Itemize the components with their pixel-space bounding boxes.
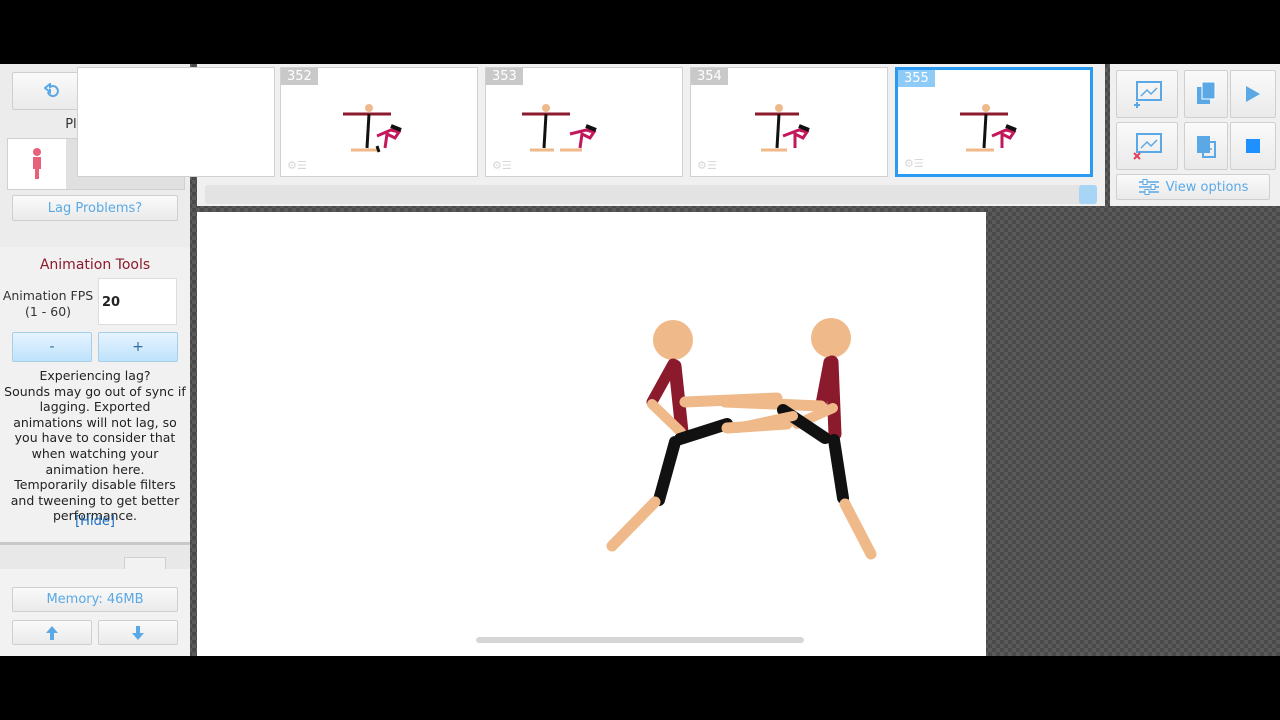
right-figure-arm-left — [719, 396, 827, 412]
hide-link[interactable]: [Hide] — [0, 514, 190, 529]
arrow-up-icon — [46, 625, 58, 640]
left-figure-shin-2 — [606, 496, 661, 552]
memory-indicator: Memory: 46MB — [12, 587, 178, 612]
frame-partial[interactable] — [77, 67, 275, 177]
frame-layers-icon: ⚙☰ — [287, 159, 307, 172]
arrow-down-icon — [132, 625, 144, 640]
timeline: 352 ⚙☰ 353 ⚙☰ 354 ⚙☰ 355 ⚙☰ — [77, 64, 1105, 206]
lag-problems-button[interactable]: Lag Problems? — [12, 195, 178, 221]
frame-354[interactable]: 354 ⚙☰ — [690, 67, 888, 177]
single-figure-tab[interactable] — [8, 139, 66, 189]
frame-layers-icon: ⚙☰ — [492, 159, 512, 172]
frame-355-selected[interactable]: 355 ⚙☰ — [895, 67, 1093, 177]
delete-frame-button[interactable] — [1116, 122, 1178, 170]
frame-353[interactable]: 353 ⚙☰ — [485, 67, 683, 177]
undo-icon — [44, 83, 59, 98]
copy-icon — [1197, 81, 1216, 104]
frame-layers-icon: ⚙☰ — [904, 157, 924, 170]
single-figure-icon — [33, 148, 41, 179]
right-figure-head — [811, 318, 851, 358]
left-figure-thigh-2 — [653, 436, 681, 506]
canvas-scroll-indicator[interactable] — [476, 637, 804, 643]
copy-frame-button[interactable] — [1184, 70, 1228, 118]
right-figure-thigh-2 — [828, 434, 849, 504]
fps-decrease-button[interactable]: - — [12, 332, 92, 362]
fps-input[interactable]: 20 — [98, 278, 177, 325]
add-frame-button[interactable] — [1116, 70, 1178, 118]
fps-label: Animation FPS (1 - 60) — [2, 288, 94, 319]
stop-icon — [1246, 139, 1260, 153]
play-button[interactable] — [1230, 70, 1276, 118]
frame-352[interactable]: 352 ⚙☰ — [280, 67, 478, 177]
stick-figures — [606, 318, 877, 560]
stop-button[interactable] — [1230, 122, 1276, 170]
frame-layers-icon: ⚙☰ — [697, 159, 717, 172]
frame-thumbnail — [960, 104, 1017, 152]
frame-thumbnail — [522, 104, 597, 152]
animation-canvas[interactable] — [197, 212, 986, 656]
view-options-label: View options — [1165, 179, 1249, 195]
delete-frame-icon — [1133, 133, 1162, 160]
left-figure-arm-upper — [646, 358, 679, 408]
right-panel: View options — [1110, 64, 1280, 206]
animation-tools-title: Animation Tools — [39, 257, 151, 273]
lag-help-text: Experiencing lag? Sounds may go out of s… — [4, 368, 186, 524]
sliders-icon — [1138, 179, 1159, 195]
view-options-button[interactable]: View options — [1116, 174, 1270, 200]
paste-icon — [1197, 136, 1216, 158]
right-figure-shin-2 — [839, 498, 877, 560]
frame-thumbnail — [343, 104, 402, 153]
app-window: Playing... — [0, 64, 1280, 656]
paste-frame-button[interactable] — [1184, 122, 1228, 170]
move-up-button[interactable] — [12, 620, 92, 645]
fps-increase-button[interactable]: + — [98, 332, 178, 362]
collapsed-section — [0, 545, 190, 570]
timeline-scroll-thumb[interactable] — [1079, 185, 1097, 204]
add-frame-icon — [1134, 81, 1162, 108]
left-figure-head — [653, 320, 693, 360]
frame-thumbnail — [755, 104, 810, 152]
timeline-scrollbar[interactable] — [205, 185, 1097, 204]
play-icon — [1246, 86, 1260, 102]
move-down-button[interactable] — [98, 620, 178, 645]
